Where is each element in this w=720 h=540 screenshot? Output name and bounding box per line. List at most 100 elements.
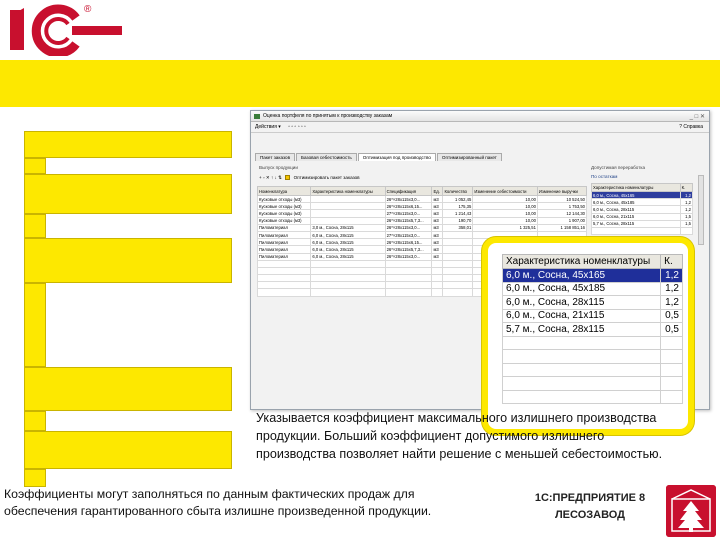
left-block-1 — [24, 131, 232, 158]
by-stock-link[interactable]: По остаткам — [591, 174, 706, 179]
products-table-row[interactable]: Пиломатериал 3,0 м., Сосна, 28x115 26*×28х… — [256, 223, 588, 232]
products-table-cell: Пиломатериал — [256, 245, 312, 254]
products-table-header-cell[interactable]: Номенклатура — [256, 186, 312, 196]
toolbar-icons[interactable]: ▫ ▫ ▫ ▫ ▫ ▫ — [288, 122, 306, 133]
products-table-cell — [256, 259, 312, 268]
products-table-row[interactable]: Кусковые отходы (м3) 26*×28х115х5,7,3... м… — [256, 216, 588, 225]
zoomed-coefficients-table: Характеристика номенклатуры К. 6,0 м., Со… — [501, 254, 683, 404]
zoom-table-header-cell[interactable]: К. — [660, 254, 683, 269]
products-table-cell — [431, 288, 444, 297]
products-table-cell: 26*×28х115х3,0... — [384, 194, 433, 204]
tab-orders-package[interactable]: Пакет заказов — [255, 153, 296, 161]
products-table-cell — [310, 281, 386, 290]
products-table-cell: Кусковые отходы (м3) — [256, 194, 312, 204]
logo-1c — [10, 4, 122, 56]
products-table-row[interactable]: Кусковые отходы (м3) 26*×28х115х3,0... м3 1… — [256, 194, 588, 204]
toolbar-buttons[interactable]: + ▫ ✕ ↑ ↓ ⇅ — [259, 175, 282, 180]
products-table-cell — [431, 274, 444, 283]
products-table-cell: 190,70 — [442, 216, 474, 225]
tab-optimized-package[interactable]: Оптимизированный пакет — [436, 153, 502, 161]
optimize-checkbox[interactable] — [285, 175, 291, 181]
products-table-row[interactable]: Кусковые отходы (м3) 27*×28х115х3,0... м3 1… — [256, 209, 588, 218]
zoom-table-row[interactable] — [501, 335, 683, 350]
menu-actions[interactable]: Действия ▾ — [255, 122, 281, 133]
coef-table-cell: 6,0 м., Сосна, 21x115 — [591, 212, 681, 221]
products-table-cell: м3 — [431, 223, 444, 232]
coef-table-header-cell[interactable]: Характеристика номенклатуры — [591, 183, 681, 192]
products-table-cell — [431, 259, 444, 268]
products-table-cell: м3 — [431, 209, 444, 218]
products-table-header-cell[interactable]: Характеристика номенклатуры — [310, 186, 386, 196]
zoom-table-cell — [660, 335, 683, 350]
coef-table-cell: 1,5 — [679, 212, 694, 221]
zoom-table-row[interactable]: 6,0 м., Сосна, 45x165 1,2 — [501, 268, 683, 283]
window-menubar: Действия ▾ ▫ ▫ ▫ ▫ ▫ ▫ ? Справка — [251, 122, 709, 133]
products-table-cell: м3 — [431, 202, 444, 211]
help-button[interactable]: ? Справка — [679, 122, 703, 133]
coef-table-cell: 6,0 м., Сосна, 45x165 — [591, 190, 681, 200]
zoom-table-row[interactable] — [501, 376, 683, 391]
products-table-cell: м3 — [431, 252, 444, 261]
tab-base-cost[interactable]: Базовая себестоимость — [296, 153, 357, 161]
zoom-table-row[interactable]: 6,0 м., Сосна, 45x185 1,2 — [501, 281, 683, 296]
vertical-scrollbar[interactable] — [698, 175, 704, 245]
zoom-table-row[interactable]: 5,7 м., Сосна, 28x115 0,5 — [501, 322, 683, 337]
products-table-cell: 6,0 м., Сосна, 28x115 — [310, 238, 386, 247]
products-table-cell: 10,00 — [472, 202, 538, 211]
coef-table-row[interactable]: 6,0 м., Сосна, 45x165 1,2 — [591, 190, 694, 200]
zoom-table-row[interactable] — [501, 389, 683, 404]
products-table-cell — [431, 266, 444, 276]
products-table-cell — [442, 259, 474, 268]
zoom-table-row[interactable]: 6,0 м., Сосна, 28x115 1,2 — [501, 295, 683, 310]
products-table-cell — [310, 259, 386, 268]
products-table-cell: Кусковые отходы (м3) — [256, 209, 312, 218]
products-table-cell — [310, 288, 386, 297]
product-brand: 1С:ПРЕДПРИЯТИЕ 8 ЛЕСОЗАВОД — [515, 490, 665, 524]
zoom-table-cell — [660, 362, 683, 377]
coef-table-header-cell[interactable]: К. — [679, 183, 694, 192]
window-titlebar: Оценка портфеля по принятым к производст… — [251, 111, 709, 122]
products-table-cell: 6,0 м., Сосна, 28x115 — [310, 252, 386, 261]
products-table-cell: 12 144,30 — [536, 209, 588, 218]
products-table-header-cell[interactable]: Спецификация — [384, 186, 433, 196]
products-table-cell: 6,0 м., Сосна, 28x115 — [310, 245, 386, 254]
coef-table-row[interactable]: 6,0 м., Сосна, 28x115 1,2 — [591, 205, 694, 214]
coef-table-cell: 6,0 м., Сосна, 28x115 — [591, 205, 681, 214]
products-table-cell — [442, 274, 474, 283]
products-table-cell: 1 158 851,16 — [536, 223, 588, 232]
coef-table-cell — [591, 226, 681, 236]
coef-table-row[interactable]: 5,7 м., Сосна, 28x115 1,5 — [591, 219, 694, 228]
header-band: ® — [0, 0, 720, 60]
products-table-cell: 1 214,43 — [442, 209, 474, 218]
coef-table-row[interactable]: 6,0 м., Сосна, 21x115 1,5 — [591, 212, 694, 221]
zoom-table-header-cell[interactable]: Характеристика номенклатуры — [501, 254, 662, 269]
coefficients-table: Характеристика номенклатуры К. 6,0 м., Со… — [591, 183, 694, 236]
products-table-cell — [431, 281, 444, 290]
products-table-header-cell[interactable]: Количество — [442, 186, 474, 196]
coef-table-cell: 1,2 — [679, 198, 694, 207]
products-table-header-cell[interactable]: Ед. — [431, 186, 444, 196]
zoom-table-row[interactable] — [501, 362, 683, 377]
coef-table-cell: 5,7 м., Сосна, 28x115 — [591, 219, 681, 228]
products-table-row[interactable]: Кусковые отходы (м3) 26*×28х115х6,15... м3… — [256, 202, 588, 211]
products-table-header-cell[interactable]: Изменение себестоимости — [472, 186, 538, 196]
zoom-table-row[interactable]: 6,0 м., Сосна, 21x115 0,5 — [501, 308, 683, 323]
zoom-table-cell — [501, 335, 662, 350]
tab-optimization[interactable]: Оптимизация под производство — [357, 153, 436, 161]
description-text: Указывается коэффициент максимального из… — [256, 411, 663, 461]
left-connector-2 — [24, 214, 46, 238]
products-table-cell: 10,00 — [472, 209, 538, 218]
zoom-table-cell: 1,2 — [660, 281, 683, 296]
left-block-4 — [24, 367, 232, 411]
zoom-table-cell: 6,0 м., Сосна, 28x115 — [501, 295, 662, 310]
products-table-cell: 1 907,00 — [536, 216, 588, 225]
products-table-header-cell[interactable]: Изменение выручки — [536, 186, 588, 196]
coef-table-row[interactable] — [591, 226, 694, 236]
left-block-2 — [24, 174, 232, 214]
coef-table-row[interactable]: 6,0 м., Сосна, 45x185 1,2 — [591, 198, 694, 207]
left-connector-1 — [24, 158, 46, 174]
left-block-3 — [24, 238, 232, 283]
products-table-cell — [256, 266, 312, 276]
zoom-table-row[interactable] — [501, 349, 683, 364]
tab-bar: Пакет заказов Базовая себестоимость Оптими… — [255, 153, 503, 162]
